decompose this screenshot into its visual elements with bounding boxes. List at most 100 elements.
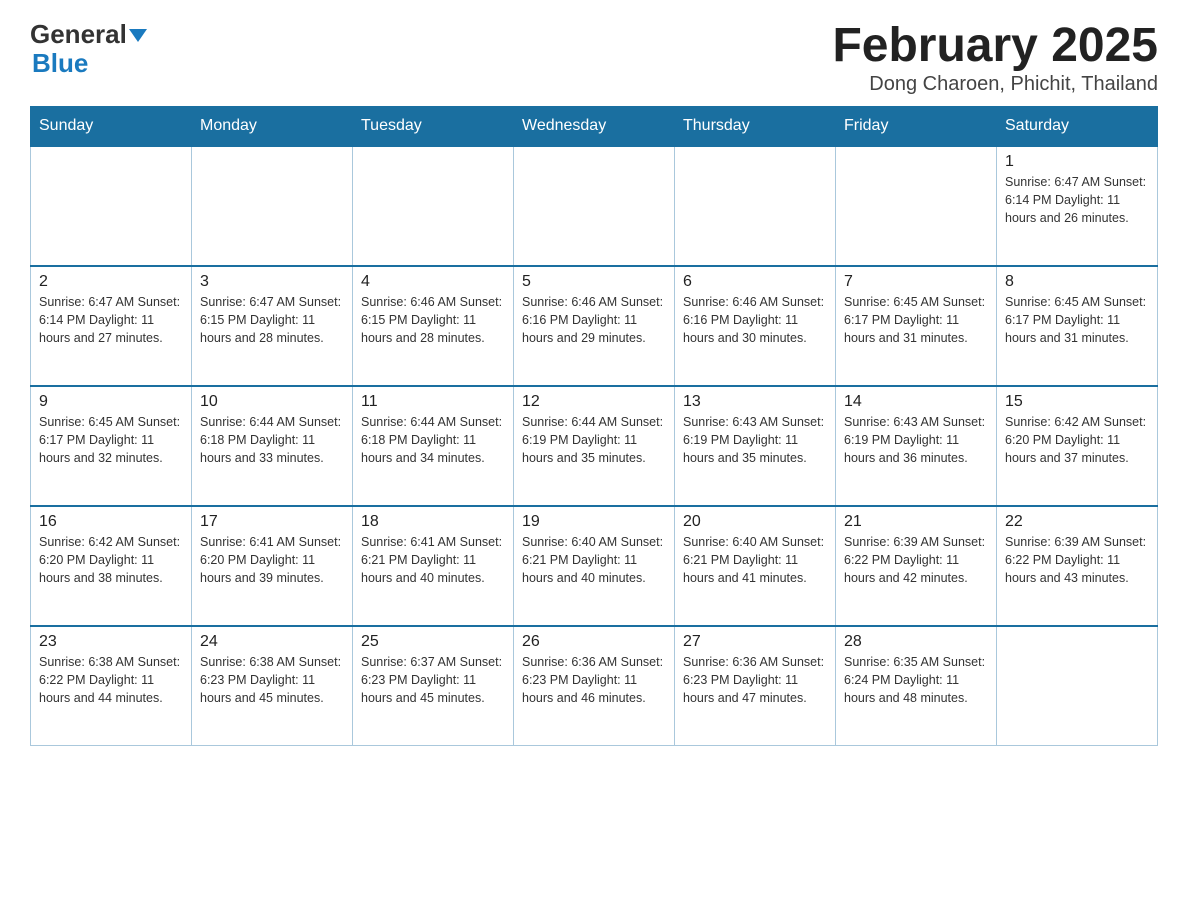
day-number: 26 — [522, 633, 666, 651]
day-number: 2 — [39, 273, 183, 291]
table-row — [514, 146, 675, 266]
day-number: 6 — [683, 273, 827, 291]
table-row: 13 Sunrise: 6:43 AM Sunset: 6:19 PM Dayli… — [675, 386, 836, 506]
day-info: Sunrise: 6:40 AM Sunset: 6:21 PM Dayligh… — [522, 533, 666, 587]
table-row: 12 Sunrise: 6:44 AM Sunset: 6:19 PM Dayli… — [514, 386, 675, 506]
day-number: 11 — [361, 393, 505, 411]
day-number: 1 — [1005, 153, 1149, 171]
table-row — [353, 146, 514, 266]
day-info: Sunrise: 6:36 AM Sunset: 6:23 PM Dayligh… — [522, 653, 666, 707]
calendar-header-row: Sunday Monday Tuesday Wednesday Thursday… — [31, 106, 1158, 146]
day-info: Sunrise: 6:43 AM Sunset: 6:19 PM Dayligh… — [844, 413, 988, 467]
day-number: 14 — [844, 393, 988, 411]
calendar-week-row: 1 Sunrise: 6:47 AM Sunset: 6:14 PM Daylig… — [31, 146, 1158, 266]
table-row: 15 Sunrise: 6:42 AM Sunset: 6:20 PM Dayli… — [997, 386, 1158, 506]
day-number: 21 — [844, 513, 988, 531]
table-row: 8Sunrise: 6:45 AM Sunset: 6:17 PM Daylig… — [997, 266, 1158, 386]
day-number: 16 — [39, 513, 183, 531]
day-info: Sunrise: 6:45 AM Sunset: 6:17 PM Dayligh… — [1005, 293, 1149, 347]
day-number: 12 — [522, 393, 666, 411]
day-info: Sunrise: 6:45 AM Sunset: 6:17 PM Dayligh… — [39, 413, 183, 467]
table-row — [675, 146, 836, 266]
header-sunday: Sunday — [31, 106, 192, 146]
day-number: 9 — [39, 393, 183, 411]
header-monday: Monday — [192, 106, 353, 146]
table-row: 9 Sunrise: 6:45 AM Sunset: 6:17 PM Daylig… — [31, 386, 192, 506]
day-info: Sunrise: 6:36 AM Sunset: 6:23 PM Dayligh… — [683, 653, 827, 707]
table-row: 23Sunrise: 6:38 AM Sunset: 6:22 PM Dayli… — [31, 626, 192, 746]
day-info: Sunrise: 6:37 AM Sunset: 6:23 PM Dayligh… — [361, 653, 505, 707]
day-info: Sunrise: 6:43 AM Sunset: 6:19 PM Dayligh… — [683, 413, 827, 467]
page-subtitle: Dong Charoen, Phichit, Thailand — [832, 73, 1158, 96]
day-number: 17 — [200, 513, 344, 531]
day-number: 5 — [522, 273, 666, 291]
day-number: 24 — [200, 633, 344, 651]
table-row: 1 Sunrise: 6:47 AM Sunset: 6:14 PM Daylig… — [997, 146, 1158, 266]
day-number: 13 — [683, 393, 827, 411]
table-row — [192, 146, 353, 266]
calendar-week-row: 23Sunrise: 6:38 AM Sunset: 6:22 PM Dayli… — [31, 626, 1158, 746]
day-info: Sunrise: 6:47 AM Sunset: 6:15 PM Dayligh… — [200, 293, 344, 347]
table-row: 25 Sunrise: 6:37 AM Sunset: 6:23 PM Dayli… — [353, 626, 514, 746]
logo-general: General — [30, 19, 127, 49]
header-thursday: Thursday — [675, 106, 836, 146]
day-info: Sunrise: 6:35 AM Sunset: 6:24 PM Dayligh… — [844, 653, 988, 707]
header-tuesday: Tuesday — [353, 106, 514, 146]
day-number: 10 — [200, 393, 344, 411]
title-block: February 2025 Dong Charoen, Phichit, Tha… — [832, 20, 1158, 96]
day-number: 4 — [361, 273, 505, 291]
day-info: Sunrise: 6:39 AM Sunset: 6:22 PM Dayligh… — [1005, 533, 1149, 587]
calendar-week-row: 2 Sunrise: 6:47 AM Sunset: 6:14 PM Daylig… — [31, 266, 1158, 386]
table-row: 17 Sunrise: 6:41 AM Sunset: 6:20 PM Dayli… — [192, 506, 353, 626]
table-row: 16Sunrise: 6:42 AM Sunset: 6:20 PM Dayli… — [31, 506, 192, 626]
day-number: 15 — [1005, 393, 1149, 411]
calendar-table: Sunday Monday Tuesday Wednesday Thursday… — [30, 106, 1158, 747]
table-row: 18Sunrise: 6:41 AM Sunset: 6:21 PM Dayli… — [353, 506, 514, 626]
table-row: 10 Sunrise: 6:44 AM Sunset: 6:18 PM Dayli… — [192, 386, 353, 506]
table-row: 6 Sunrise: 6:46 AM Sunset: 6:16 PM Daylig… — [675, 266, 836, 386]
table-row: 14 Sunrise: 6:43 AM Sunset: 6:19 PM Dayli… — [836, 386, 997, 506]
day-number: 3 — [200, 273, 344, 291]
header-friday: Friday — [836, 106, 997, 146]
day-info: Sunrise: 6:44 AM Sunset: 6:18 PM Dayligh… — [361, 413, 505, 467]
calendar-week-row: 9 Sunrise: 6:45 AM Sunset: 6:17 PM Daylig… — [31, 386, 1158, 506]
day-number: 7 — [844, 273, 988, 291]
table-row: 27Sunrise: 6:36 AM Sunset: 6:23 PM Dayli… — [675, 626, 836, 746]
day-info: Sunrise: 6:40 AM Sunset: 6:21 PM Dayligh… — [683, 533, 827, 587]
day-info: Sunrise: 6:47 AM Sunset: 6:14 PM Dayligh… — [1005, 173, 1149, 227]
table-row: 20 Sunrise: 6:40 AM Sunset: 6:21 PM Dayli… — [675, 506, 836, 626]
table-row: 24 Sunrise: 6:38 AM Sunset: 6:23 PM Dayli… — [192, 626, 353, 746]
header-wednesday: Wednesday — [514, 106, 675, 146]
day-number: 20 — [683, 513, 827, 531]
table-row: 21 Sunrise: 6:39 AM Sunset: 6:22 PM Dayli… — [836, 506, 997, 626]
logo-line2: Blue — [32, 49, 147, 78]
day-info: Sunrise: 6:44 AM Sunset: 6:19 PM Dayligh… — [522, 413, 666, 467]
table-row: 7Sunrise: 6:45 AM Sunset: 6:17 PM Daylig… — [836, 266, 997, 386]
day-info: Sunrise: 6:41 AM Sunset: 6:20 PM Dayligh… — [200, 533, 344, 587]
day-number: 22 — [1005, 513, 1149, 531]
calendar-week-row: 16Sunrise: 6:42 AM Sunset: 6:20 PM Dayli… — [31, 506, 1158, 626]
day-info: Sunrise: 6:39 AM Sunset: 6:22 PM Dayligh… — [844, 533, 988, 587]
table-row: 2 Sunrise: 6:47 AM Sunset: 6:14 PM Daylig… — [31, 266, 192, 386]
table-row: 5Sunrise: 6:46 AM Sunset: 6:16 PM Daylig… — [514, 266, 675, 386]
logo-triangle-icon — [129, 29, 147, 42]
day-info: Sunrise: 6:47 AM Sunset: 6:14 PM Dayligh… — [39, 293, 183, 347]
day-info: Sunrise: 6:41 AM Sunset: 6:21 PM Dayligh… — [361, 533, 505, 587]
table-row: 26 Sunrise: 6:36 AM Sunset: 6:23 PM Dayli… — [514, 626, 675, 746]
day-info: Sunrise: 6:44 AM Sunset: 6:18 PM Dayligh… — [200, 413, 344, 467]
day-number: 19 — [522, 513, 666, 531]
table-row: 3 Sunrise: 6:47 AM Sunset: 6:15 PM Daylig… — [192, 266, 353, 386]
day-number: 23 — [39, 633, 183, 651]
table-row — [31, 146, 192, 266]
day-info: Sunrise: 6:38 AM Sunset: 6:23 PM Dayligh… — [200, 653, 344, 707]
day-info: Sunrise: 6:42 AM Sunset: 6:20 PM Dayligh… — [1005, 413, 1149, 467]
table-row: 11 Sunrise: 6:44 AM Sunset: 6:18 PM Dayli… — [353, 386, 514, 506]
table-row: 22 Sunrise: 6:39 AM Sunset: 6:22 PM Dayli… — [997, 506, 1158, 626]
day-number: 28 — [844, 633, 988, 651]
day-info: Sunrise: 6:46 AM Sunset: 6:16 PM Dayligh… — [683, 293, 827, 347]
table-row — [836, 146, 997, 266]
table-row: 19 Sunrise: 6:40 AM Sunset: 6:21 PM Dayli… — [514, 506, 675, 626]
table-row — [997, 626, 1158, 746]
table-row: 4Sunrise: 6:46 AM Sunset: 6:15 PM Daylig… — [353, 266, 514, 386]
day-number: 25 — [361, 633, 505, 651]
